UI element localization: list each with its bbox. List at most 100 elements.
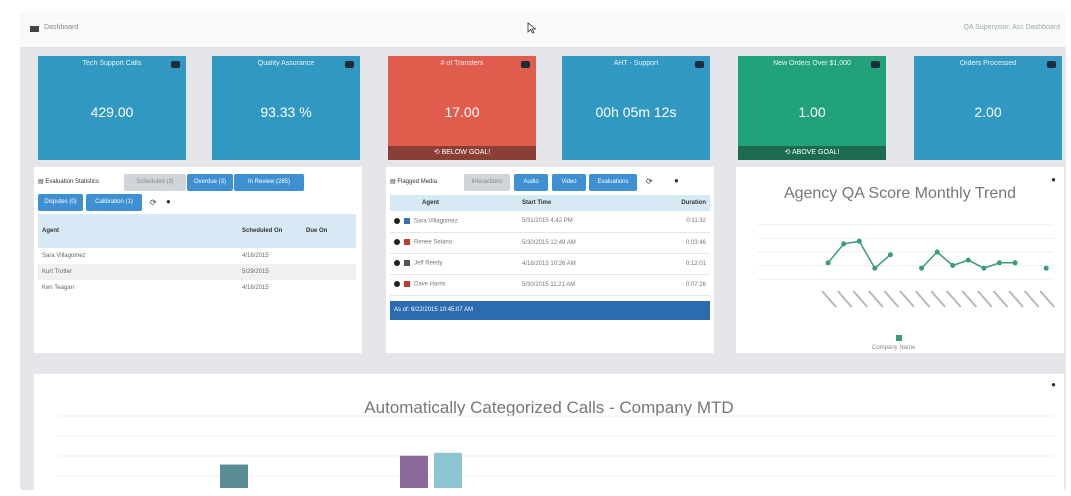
data-point[interactable]: [856, 238, 862, 244]
breadcrumb: Dashboard: [44, 24, 79, 31]
agent-cell: Ken Teagan: [42, 285, 74, 291]
dashboard-shell: Dashboard QA Supervisor: Acc Dashboard T…: [20, 12, 1066, 490]
as-of-timestamp: As of: 6/22/2015 10:45:07 AM: [390, 301, 710, 320]
play-icon[interactable]: [394, 217, 400, 224]
kpi-label: AHT - Support: [613, 60, 659, 67]
data-point[interactable]: [1043, 265, 1049, 271]
data-point[interactable]: [981, 265, 987, 271]
data-point[interactable]: [887, 252, 893, 258]
table-row[interactable]: Ken Teagan 4/16/2015: [38, 280, 356, 296]
col-duration: Duration: [638, 195, 710, 211]
x-tick-label: [899, 290, 915, 308]
kpi-value: 1.00: [798, 104, 826, 120]
tab-audio[interactable]: Audio: [514, 174, 548, 191]
calls-bar-chart: [58, 415, 1054, 488]
tab-disputes[interactable]: Disputes (0): [38, 194, 83, 211]
kpi-label: # of Transfers: [440, 60, 484, 67]
x-tick-label: [930, 290, 946, 308]
data-point[interactable]: [825, 260, 831, 266]
kpi-tile[interactable]: New Orders Over $1,000 1.00 ⟲ ABOVE GOAL!: [738, 56, 886, 160]
user-icon: [404, 260, 410, 267]
data-point[interactable]: [934, 249, 940, 255]
play-icon[interactable]: [394, 239, 400, 246]
data-point[interactable]: [950, 263, 956, 268]
tab-video[interactable]: Video: [552, 174, 586, 191]
tab-in-review[interactable]: In Review (285): [234, 174, 304, 191]
tab-overdue[interactable]: Overdue (3): [187, 174, 233, 191]
x-tick-label: [992, 290, 1009, 308]
data-point[interactable]: [996, 260, 1002, 266]
tab-interactions[interactable]: Interactions: [464, 174, 510, 191]
comment-icon[interactable]: [521, 61, 530, 68]
table-row[interactable]: Jeff Reedy 4/16/2015 10:26 AM 0:12:01: [390, 253, 710, 275]
kpi-tile[interactable]: # of Transfers 17.00 ⟲ BELOW GOAL!: [388, 56, 536, 160]
agent-cell: Kurt Trotter: [38, 264, 238, 280]
bar[interactable]: [434, 452, 462, 488]
x-tick-label: [977, 290, 993, 308]
data-point[interactable]: [919, 265, 925, 271]
table-row[interactable]: Sara Villagomez 5/31/2015 4:42 PM 0:11:3…: [390, 211, 710, 233]
comment-icon[interactable]: [345, 61, 354, 68]
duration-cell: 0:07:26: [638, 274, 710, 296]
play-icon[interactable]: [394, 260, 400, 267]
bar[interactable]: [400, 455, 428, 488]
user-link[interactable]: QA Supervisor: Acc Dashboard: [964, 24, 1061, 31]
data-point[interactable]: [872, 265, 878, 271]
settings-icon[interactable]: ●: [674, 176, 679, 185]
table-row[interactable]: Kurt Trotter 5/29/2015: [38, 264, 356, 280]
settings-icon[interactable]: ●: [1051, 175, 1056, 184]
play-icon[interactable]: [394, 281, 400, 288]
series-line: [827, 240, 891, 270]
settings-icon[interactable]: ●: [166, 197, 171, 206]
refresh-icon[interactable]: ⟳: [646, 177, 653, 186]
comment-icon[interactable]: [695, 61, 704, 68]
due-cell: [302, 280, 356, 296]
headset-icon: [404, 217, 410, 224]
x-tick-label: [852, 290, 869, 308]
due-cell: [302, 248, 356, 264]
due-cell: [302, 264, 356, 280]
goal-icon: ⟲: [433, 149, 442, 156]
data-point[interactable]: [1012, 260, 1018, 266]
kpi-tile[interactable]: Quality Assurance 93.33 %: [212, 56, 360, 160]
evaluation-panel: ▤ Evaluation Statistics Scheduled (3) Ov…: [34, 167, 362, 353]
scheduled-cell: 4/16/2015: [242, 285, 269, 291]
legend-marker: [896, 335, 902, 341]
table-row[interactable]: Renee Selano 5/30/2015 12:49 AM 0:03:46: [390, 232, 710, 254]
x-tick-label: [868, 290, 884, 308]
calls-chart-panel: Automatically Categorized Calls - Compan…: [34, 374, 1064, 490]
col-agent: Agent: [390, 195, 518, 211]
dashboard-icon: [30, 26, 39, 32]
duration-cell: 0:03:46: [638, 232, 710, 254]
kpi-value: 00h 05m 12s: [595, 104, 677, 120]
tab-calibration[interactable]: Calibration (1): [86, 194, 142, 211]
kpi-tile[interactable]: AHT - Support 00h 05m 12s: [562, 56, 710, 160]
data-point[interactable]: [841, 241, 847, 247]
comment-icon[interactable]: [871, 61, 880, 68]
kpi-tile[interactable]: Orders Processed 2.00: [914, 56, 1062, 160]
start-time-cell: 5/30/2015 11:21 AM: [518, 274, 638, 296]
agent-cell: Sara Villagomez: [42, 253, 86, 259]
scheduled-cell: 4/16/2015: [242, 253, 269, 259]
table-row[interactable]: Dave Harris 5/30/2015 11:21 AM 0:07:26: [390, 274, 710, 296]
col-start-time: Start Time: [518, 195, 638, 211]
tab-evaluations[interactable]: Evaluations: [589, 174, 637, 191]
table-row[interactable]: Sara Villagomez 4/16/2015: [38, 248, 356, 264]
flagged-panel-title: ▤ Flagged Media: [390, 179, 438, 185]
bar[interactable]: [220, 464, 248, 488]
x-tick-label: [961, 290, 978, 308]
comment-icon[interactable]: [171, 61, 180, 68]
col-scheduled-on: Scheduled On: [238, 214, 302, 248]
kpi-tile[interactable]: Tech Support Calls 429.00: [38, 56, 186, 160]
start-time-cell: 5/31/2015 4:42 PM: [518, 211, 638, 233]
start-time-cell: 5/30/2015 12:49 AM: [518, 232, 638, 254]
refresh-icon[interactable]: ⟳: [150, 198, 157, 207]
tab-scheduled[interactable]: Scheduled (3): [124, 174, 186, 191]
x-tick-label: [914, 290, 931, 308]
agent-cell: Dave Harris: [414, 281, 446, 288]
data-point[interactable]: [965, 257, 971, 263]
comment-icon[interactable]: [1047, 61, 1056, 68]
x-tick-label: [1039, 290, 1055, 308]
goal-status: ⟲ ABOVE GOAL!: [738, 146, 886, 160]
agent-cell: Renee Selano: [414, 239, 453, 246]
